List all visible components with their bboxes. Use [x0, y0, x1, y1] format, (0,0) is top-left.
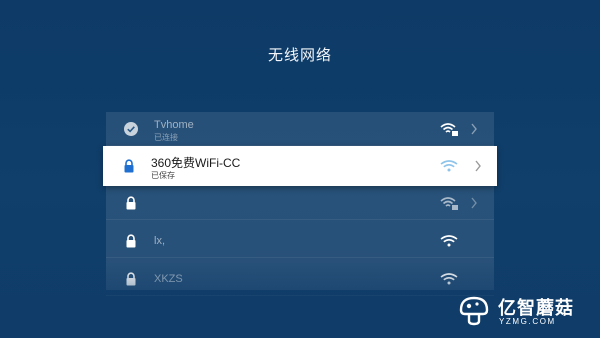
wifi-icon: [440, 273, 458, 285]
check-circle-icon: [124, 122, 138, 136]
chevron-right-icon: [475, 160, 481, 172]
lock-icon: [126, 234, 136, 248]
network-name: lx,: [154, 235, 165, 247]
network-row-360wifi[interactable]: 360免费WiFi-CC 已保存: [103, 146, 497, 186]
chevron-right-icon: [471, 123, 477, 135]
network-status: 已连接: [154, 133, 178, 142]
lock-icon: [126, 272, 136, 286]
network-status: 已保存: [151, 171, 175, 180]
lock-icon: [124, 159, 134, 173]
wifi-icon: [440, 160, 458, 172]
network-name: 360免费WiFi-CC: [151, 156, 241, 170]
wifi-6-icon: [440, 197, 458, 210]
page-title: 无线网络: [267, 46, 332, 64]
watermark-logo: 亿智蘑菇 YZMG.COM: [458, 294, 598, 334]
network-name: Tvhome: [154, 119, 194, 131]
watermark-url: YZMG.COM: [499, 317, 556, 326]
chevron-right-icon: [471, 197, 477, 209]
network-row[interactable]: [106, 186, 494, 220]
network-row[interactable]: lx,: [106, 224, 494, 258]
wifi-icon: [440, 235, 458, 247]
network-row-tvhome[interactable]: Tvhome 已连接: [106, 112, 494, 146]
lock-icon: [126, 196, 136, 210]
network-row-xkzs[interactable]: XKZS: [106, 262, 494, 296]
wifi-6-icon: [440, 123, 458, 136]
network-name: XKZS: [154, 273, 183, 285]
mushroom-logo-icon: [459, 296, 489, 326]
